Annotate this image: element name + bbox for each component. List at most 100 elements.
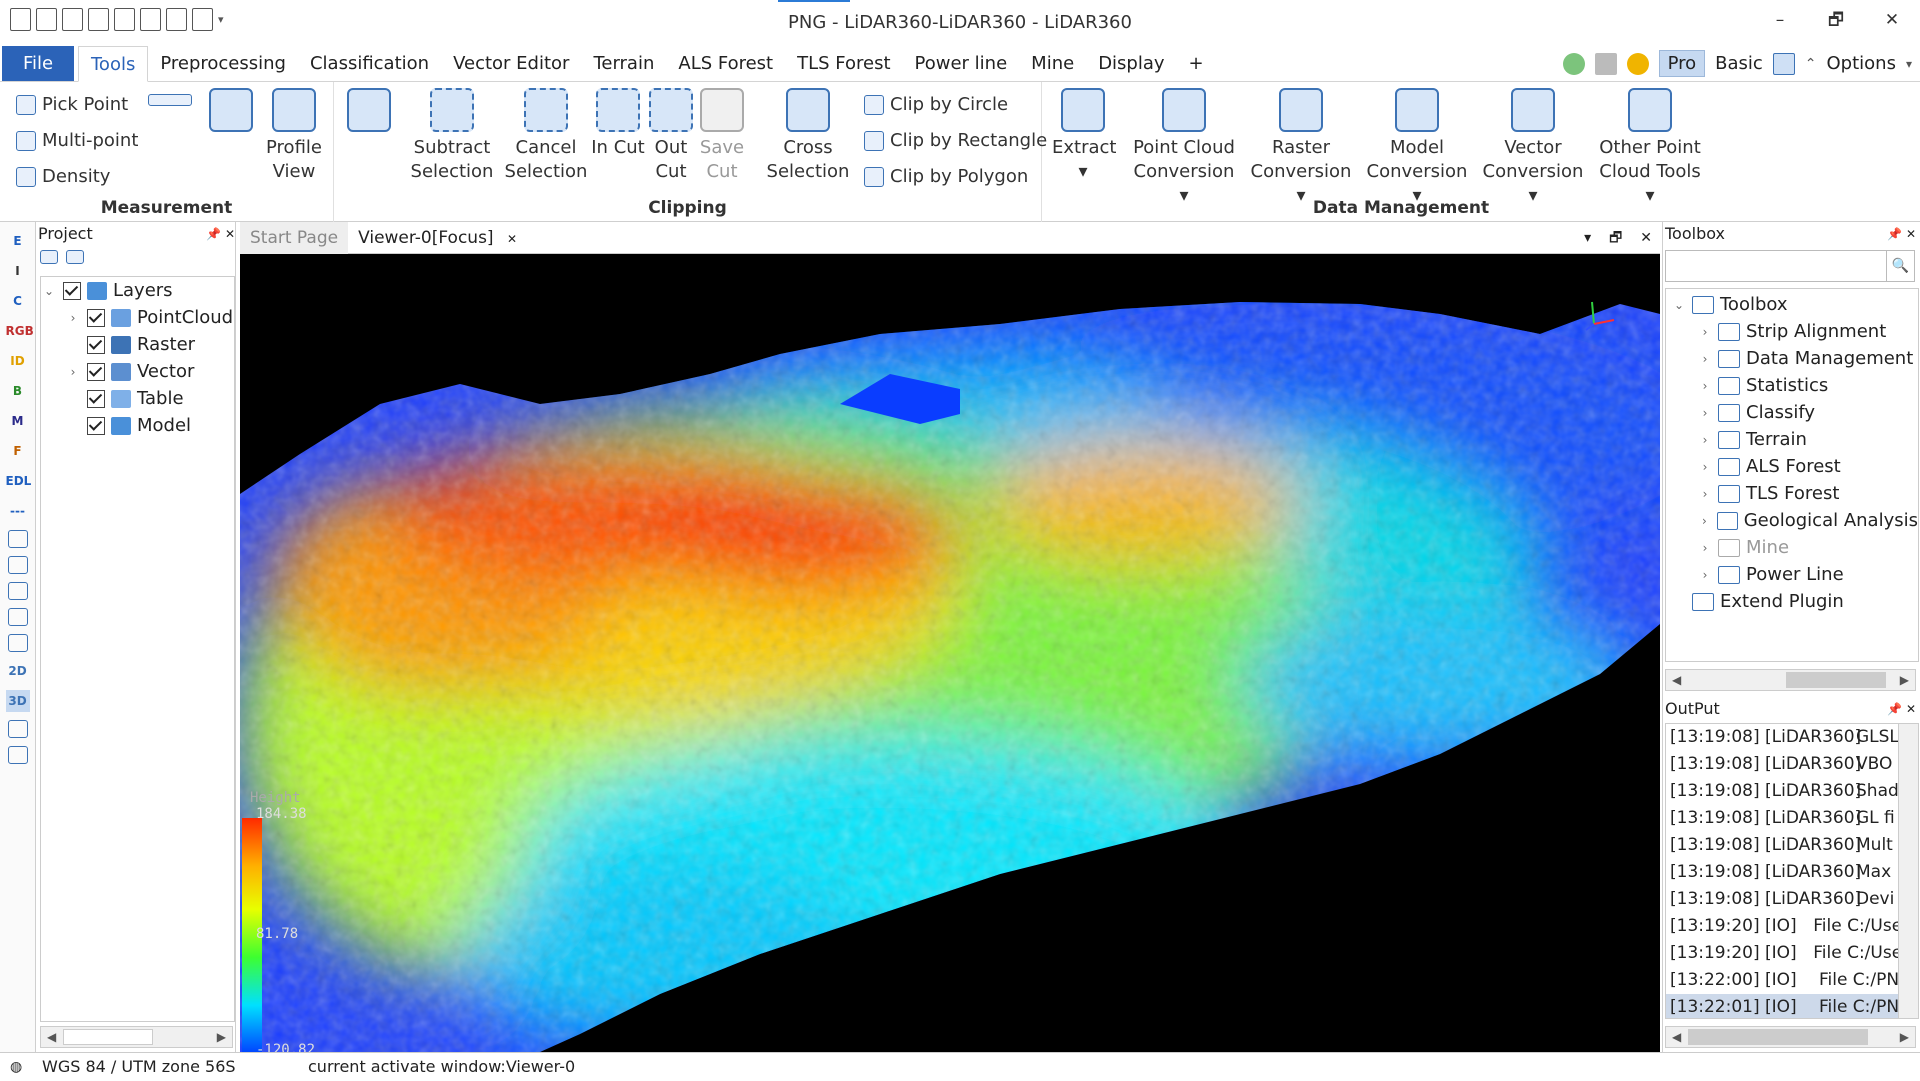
close-icon[interactable]: ✕ [1906,227,1916,241]
display-mode-e-icon[interactable]: E [6,230,30,252]
point-cloud-conversion-button[interactable]: Point Cloud Conversion ▾ [1128,88,1240,208]
chevron-down-icon[interactable]: ⌄ [1666,298,1692,312]
display-mode-f-icon[interactable]: F [6,440,30,462]
toolbox-horizontal-scrollbar[interactable]: ◀ ▶ [1665,669,1916,691]
tree-node-pointcloud[interactable]: › PointCloud [41,304,234,331]
chevron-right-icon[interactable]: › [1692,460,1718,474]
chevron-right-icon[interactable]: › [65,365,81,379]
file-tab[interactable]: File [2,46,74,81]
output-horizontal-scrollbar[interactable]: ◀ ▶ [1665,1026,1916,1048]
display-mode-3d-icon[interactable]: 3D [5,690,30,712]
display-mode-id-icon[interactable]: ID [6,350,30,372]
save-cut-button[interactable]: Save Cut [696,88,748,184]
close-button[interactable]: ✕ [1864,0,1920,40]
clip-by-rectangle-button[interactable]: Clip by Rectangle [864,130,1047,151]
collapse-ribbon-icon[interactable]: ⌃ [1805,56,1817,72]
toolbox-item-als-forest[interactable]: › ALS Forest [1666,453,1918,480]
chevron-right-icon[interactable]: › [1692,433,1718,447]
checkbox[interactable] [87,389,105,408]
scroll-left-icon[interactable]: ◀ [47,1030,56,1044]
tab-preprocessing[interactable]: Preprocessing [148,46,298,82]
output-vertical-scrollbar[interactable] [1898,724,1918,1018]
display-mode-tool-18-icon[interactable] [7,746,28,764]
clip-by-polygon-button[interactable]: Clip by Polygon [864,166,1028,187]
display-mode-i-icon[interactable]: I [6,260,30,282]
display-mode-tool-11-icon[interactable] [7,556,28,574]
help-icon[interactable] [1626,52,1649,75]
basic-mode-button[interactable]: Basic [1715,53,1763,74]
viewer-restore-icon[interactable]: 🗗 [1609,222,1622,254]
tab-power-line[interactable]: Power line [903,46,1020,82]
search-icon[interactable]: 🔍 [1886,251,1914,281]
tab-als-forest[interactable]: ALS Forest [666,46,785,82]
vector-conversion-button[interactable]: Vector Conversion ▾ [1478,88,1588,208]
chevron-down-icon[interactable]: ⌄ [41,284,57,298]
pin-icon[interactable]: 📌 [1887,227,1902,241]
checkbox[interactable] [87,362,105,381]
options-menu[interactable]: Options [1827,53,1896,74]
tree-node-model[interactable]: Model [41,412,234,439]
multi-point-button[interactable]: Multi-point [16,130,138,151]
tab-display[interactable]: Display [1086,46,1176,82]
tab-tls-forest[interactable]: TLS Forest [785,46,902,82]
tab-vector-editor[interactable]: Vector Editor [441,46,581,82]
pin-icon[interactable]: 📌 [206,227,221,241]
chevron-right-icon[interactable]: › [1692,514,1717,528]
display-mode-rgb-icon[interactable]: RGB [6,320,34,342]
display-mode-line-icon[interactable]: --- [6,500,30,522]
toolbox-item-mine[interactable]: › Mine [1666,534,1918,561]
tree-node-vector[interactable]: › Vector [41,358,234,385]
close-icon[interactable]: ✕ [1906,702,1916,716]
extract-button[interactable]: Extract ▾ [1052,88,1116,184]
toolbox-item-classify[interactable]: › Classify [1666,399,1918,426]
output-line[interactable]: [13:22:00] [IO] File C:/PNG/ [1666,967,1918,994]
chevron-right-icon[interactable]: › [1692,568,1718,582]
windows-icon[interactable] [1594,52,1617,75]
chevron-right-icon[interactable]: › [1692,406,1718,420]
chevron-right-icon[interactable]: › [1692,541,1718,555]
display-mode-c-icon[interactable]: C [6,290,30,312]
tree-node-layers[interactable]: ⌄ Layers [41,277,234,304]
pick-point-button[interactable]: Pick Point [16,94,128,115]
layer-manager-icon[interactable] [66,250,84,264]
viewer-close-icon[interactable]: ✕ [1640,222,1652,254]
display-mode-tool-10-icon[interactable] [7,530,28,548]
checkbox[interactable] [63,281,81,300]
scroll-right-icon[interactable]: ▶ [1900,1030,1909,1044]
output-line[interactable]: [13:19:20] [IO] File C:/Users [1666,940,1918,967]
output-line[interactable]: [13:19:08] [LiDAR360] GLSL [1666,724,1918,751]
scroll-right-icon[interactable]: ▶ [1900,673,1909,687]
raster-conversion-button[interactable]: Raster Conversion ▾ [1246,88,1356,208]
display-mode-2d-icon[interactable]: 2D [6,660,30,682]
output-line[interactable]: [13:19:08] [LiDAR360] Max [1666,859,1918,886]
options-dropdown-icon[interactable]: ▾ [1906,57,1912,71]
toolbox-item-strip-alignment[interactable]: › Strip Alignment [1666,318,1918,345]
tab-terrain[interactable]: Terrain [581,46,666,82]
output-line[interactable]: [13:19:08] [LiDAR360] VBO [1666,751,1918,778]
clip-by-circle-button[interactable]: Clip by Circle [864,94,1008,115]
pin-icon[interactable]: 📌 [1887,702,1902,716]
minimize-button[interactable]: – [1752,0,1808,40]
output-line[interactable]: [13:19:08] [LiDAR360] Shad [1666,778,1918,805]
toolbox-item-geological-analysis[interactable]: › Geological Analysis [1666,507,1918,534]
toolbox-search-input[interactable]: 🔍 [1665,250,1915,282]
display-mode-tool-12-icon[interactable] [7,582,28,600]
toolbox-item-terrain[interactable]: › Terrain [1666,426,1918,453]
toolbox-item-statistics[interactable]: › Statistics [1666,372,1918,399]
tab-viewer-0[interactable]: Viewer-0[Focus] ✕ [348,222,527,254]
checkbox[interactable] [87,416,105,435]
ruler-button[interactable] [148,94,192,106]
tree-node-raster[interactable]: Raster [41,331,234,358]
cross-selection-button[interactable]: Cross Selection [760,88,856,184]
settings-icon[interactable] [1772,52,1795,75]
output-line[interactable]: [13:19:08] [LiDAR360] Devi [1666,886,1918,913]
scroll-thumb[interactable] [1688,1029,1868,1045]
close-icon[interactable]: ✕ [225,227,235,241]
user-icon[interactable] [1562,52,1585,75]
display-mode-tool-13-icon[interactable] [7,608,28,626]
other-point-cloud-tools-button[interactable]: Other Point Cloud Tools ▾ [1594,88,1706,208]
chevron-right-icon[interactable]: › [1692,352,1718,366]
profile-view-button[interactable]: Profile View [262,88,326,184]
model-conversion-button[interactable]: Model Conversion ▾ [1362,88,1472,208]
output-line[interactable]: [13:22:01] [IO] File C:/PNG/ [1666,994,1918,1018]
